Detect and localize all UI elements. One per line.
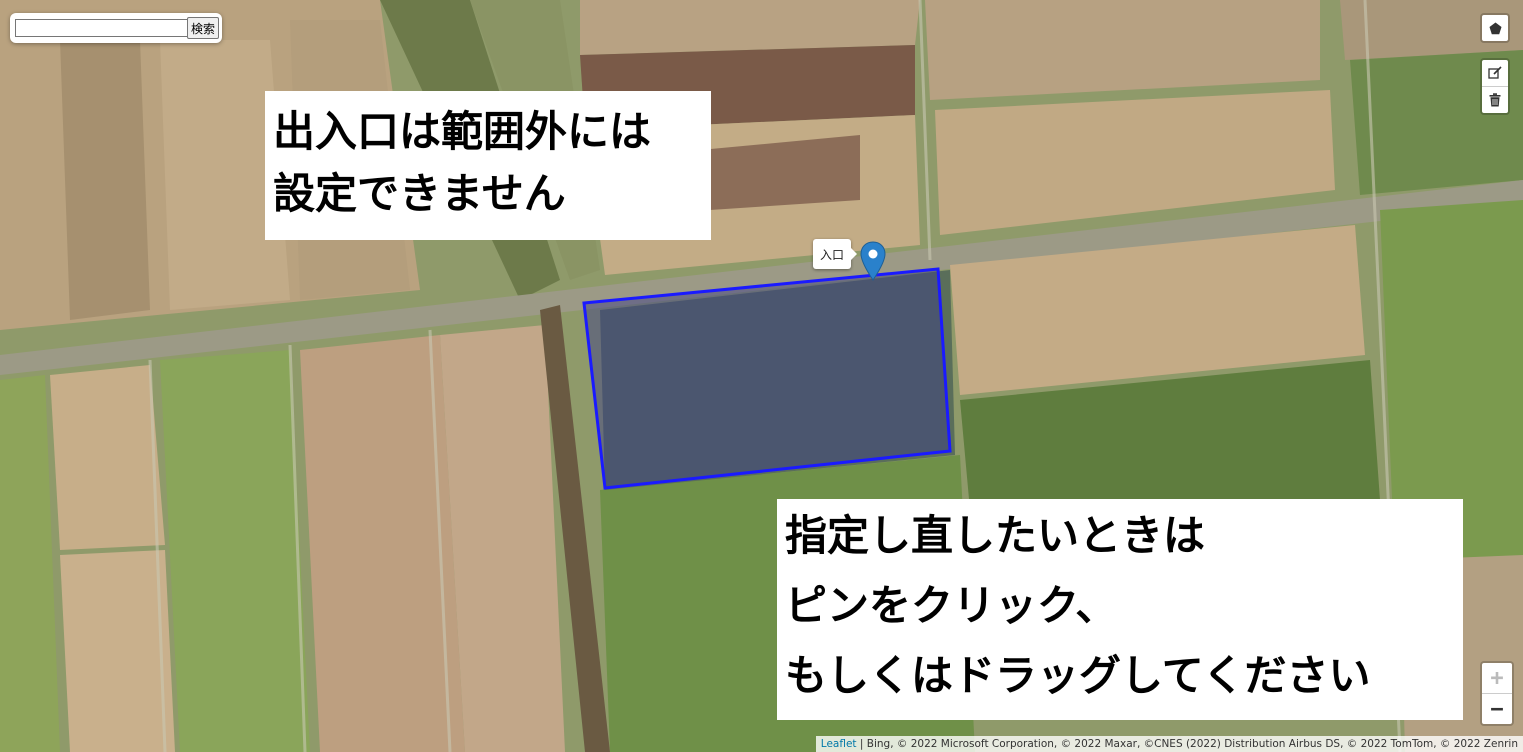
instruction-note-outside-area: 出入口は範囲外には 設定できません	[265, 91, 711, 240]
edit-toolbar	[1480, 58, 1510, 115]
leaflet-link[interactable]: Leaflet	[821, 738, 857, 750]
trash-icon	[1489, 93, 1501, 107]
tooltip-label: 入口	[819, 247, 844, 262]
attribution-text: | Bing, © 2022 Microsoft Corporation, © …	[856, 738, 1518, 750]
search-input[interactable]	[15, 19, 189, 37]
note-line: ピンをクリック、	[785, 581, 1118, 630]
zoom-control: + −	[1480, 661, 1514, 726]
instruction-note-reposition: 指定し直したいときは ピンをクリック、 もしくはドラッグしてください	[777, 499, 1463, 720]
draw-toolbar	[1480, 13, 1510, 43]
marker-tooltip: 入口	[813, 239, 857, 269]
edit-layers-button[interactable]	[1482, 60, 1508, 86]
zoom-in-button[interactable]: +	[1482, 663, 1512, 693]
address-search-box: 検索	[10, 13, 222, 43]
note-line: 出入口は範囲外には	[273, 107, 652, 156]
note-line: もしくはドラッグしてください	[785, 651, 1371, 700]
draw-polygon-button[interactable]	[1482, 15, 1508, 41]
delete-layers-button[interactable]	[1482, 86, 1508, 113]
entrance-marker-pin-icon[interactable]	[860, 241, 886, 281]
map-attribution: Leaflet | Bing, © 2022 Microsoft Corpora…	[815, 736, 1523, 752]
note-line: 指定し直したいときは	[785, 511, 1206, 560]
edit-icon	[1488, 66, 1502, 79]
note-line: 設定できません	[273, 169, 566, 218]
zoom-out-button[interactable]: −	[1482, 693, 1512, 724]
search-button[interactable]: 検索	[187, 17, 219, 39]
pentagon-icon	[1489, 22, 1501, 34]
